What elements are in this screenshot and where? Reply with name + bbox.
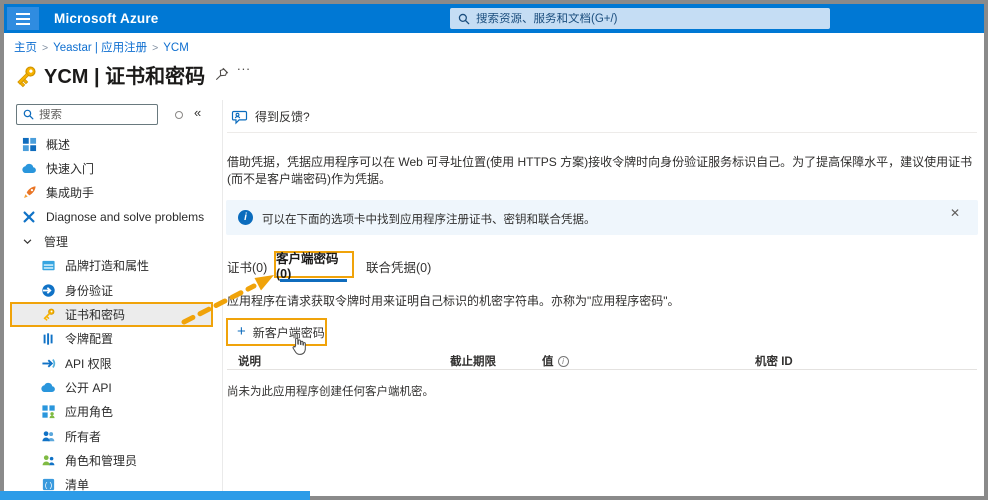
sidebar-item-label: 令牌配置 bbox=[65, 330, 113, 347]
rocket-icon bbox=[21, 185, 37, 201]
key-icon bbox=[40, 307, 56, 323]
sidebar-item-label: 所有者 bbox=[65, 428, 101, 445]
hamburger-menu-icon[interactable] bbox=[7, 7, 39, 30]
breadcrumb-separator: > bbox=[152, 42, 158, 54]
svg-text:(): () bbox=[43, 483, 52, 491]
breadcrumb-home[interactable]: 主页 bbox=[14, 42, 37, 54]
column-expires: 截止期限 bbox=[450, 353, 496, 369]
refresh-icon[interactable] bbox=[175, 111, 183, 119]
sidebar-item-label: 证书和密码 bbox=[65, 306, 125, 323]
sidebar-item-label: 公开 API bbox=[65, 379, 112, 396]
tab-federated-credentials[interactable]: 联合凭据(0) bbox=[366, 257, 431, 276]
value-info-icon[interactable]: i bbox=[558, 356, 569, 367]
sidebar-item-diagnose[interactable]: Diagnose and solve problems bbox=[4, 205, 222, 229]
sidebar-item-label: Diagnose and solve problems bbox=[46, 210, 204, 224]
chevron-down-icon bbox=[19, 234, 35, 250]
column-secret-id: 机密 ID bbox=[755, 353, 793, 369]
sidebar-item-owners[interactable]: 所有者 bbox=[4, 424, 222, 448]
main-content: 得到反馈? 借助凭据，凭据应用程序可以在 Web 可寻址位置(使用 HTTPS … bbox=[224, 100, 984, 492]
mouse-cursor-icon bbox=[291, 337, 307, 357]
sidebar-item-overview[interactable]: 概述 bbox=[4, 132, 222, 156]
active-tab-underline bbox=[280, 279, 347, 282]
sidebar-item-label: 角色和管理员 bbox=[65, 452, 137, 469]
sidebar-item-integration-assistant[interactable]: 集成助手 bbox=[4, 181, 222, 205]
people-icon bbox=[40, 428, 56, 444]
azure-top-bar: Microsoft Azure bbox=[4, 4, 984, 33]
brand-title: Microsoft Azure bbox=[54, 11, 159, 26]
sidebar-search-input[interactable] bbox=[39, 109, 151, 121]
feedback-label: 得到反馈? bbox=[255, 108, 310, 125]
more-options-icon[interactable]: ... bbox=[237, 58, 251, 73]
column-description: 说明 bbox=[238, 353, 261, 369]
sidebar-item-label: 快速入门 bbox=[46, 160, 94, 177]
breadcrumb-app-registrations[interactable]: Yeastar | 应用注册 bbox=[53, 42, 147, 54]
sidebar-item-label: 集成助手 bbox=[46, 184, 94, 201]
sidebar-item-app-roles[interactable]: 应用角色 bbox=[4, 400, 222, 424]
breadcrumb-current[interactable]: YCM bbox=[163, 42, 189, 54]
sidebar-search-box[interactable] bbox=[16, 104, 158, 125]
sidebar-item-roles-administrators[interactable]: 角色和管理员 bbox=[4, 448, 222, 472]
search-icon bbox=[458, 13, 470, 25]
breadcrumb-separator: > bbox=[42, 42, 48, 54]
close-icon[interactable]: ✕ bbox=[950, 206, 960, 220]
sidebar-group-label: 管理 bbox=[44, 233, 68, 250]
divider bbox=[227, 132, 977, 133]
client-secret-description: 应用程序在请求获取令牌时用来证明自己标识的机密字符串。亦称为"应用程序密码"。 bbox=[227, 292, 979, 309]
info-banner: i 可以在下面的选项卡中找到应用程序注册证书、密钥和联合凭据。 ✕ bbox=[226, 200, 978, 235]
column-value: 值 i bbox=[542, 353, 569, 369]
page-title: YCM | 证书和密码 bbox=[44, 60, 205, 89]
annotation-arrow-icon bbox=[168, 262, 290, 334]
sidebar-item-quickstart[interactable]: 快速入门 bbox=[4, 156, 222, 180]
divider bbox=[227, 369, 977, 370]
info-icon: i bbox=[238, 210, 253, 225]
collapse-sidebar-icon[interactable]: « bbox=[194, 105, 201, 120]
sidebar-item-label: 概述 bbox=[46, 136, 70, 153]
feedback-icon bbox=[231, 109, 248, 125]
arrow-circle-icon bbox=[40, 282, 56, 298]
sidebar-item-expose-api[interactable]: 公开 API bbox=[4, 375, 222, 399]
overview-grid-icon bbox=[21, 136, 37, 152]
global-search-box[interactable] bbox=[450, 8, 830, 29]
cloud-icon bbox=[21, 161, 37, 177]
sidebar-item-label: 应用角色 bbox=[65, 403, 113, 420]
bottom-blue-strip bbox=[0, 491, 310, 500]
cloud-icon bbox=[40, 380, 56, 396]
credentials-description: 借助凭据，凭据应用程序可以在 Web 可寻址位置(使用 HTTPS 方案)接收令… bbox=[227, 154, 979, 189]
grid-person-icon bbox=[40, 404, 56, 420]
column-value-label: 值 bbox=[542, 353, 554, 369]
breadcrumb: 主页 > Yeastar | 应用注册 > YCM bbox=[14, 39, 189, 55]
person-admin-icon bbox=[40, 453, 56, 469]
empty-state-text: 尚未为此应用程序创建任何客户端机密。 bbox=[227, 383, 434, 399]
info-banner-text: 可以在下面的选项卡中找到应用程序注册证书、密钥和联合凭据。 bbox=[262, 211, 596, 227]
crossed-tools-icon bbox=[21, 209, 37, 225]
api-arrow-icon bbox=[40, 355, 56, 371]
token-bars-icon bbox=[40, 331, 56, 347]
sidebar-item-label: 身份验证 bbox=[65, 282, 113, 299]
feedback-button[interactable]: 得到反馈? bbox=[231, 108, 310, 125]
sidebar-item-label: API 权限 bbox=[65, 355, 112, 372]
sidebar-item-api-permissions[interactable]: API 权限 bbox=[4, 351, 222, 375]
key-icon bbox=[14, 64, 38, 88]
branding-window-icon bbox=[40, 258, 56, 274]
sidebar-item-label: 品牌打造和属性 bbox=[65, 257, 149, 274]
sidebar-group-manage[interactable]: 管理 bbox=[4, 229, 222, 253]
search-icon bbox=[23, 109, 34, 120]
pin-icon[interactable] bbox=[215, 67, 229, 81]
global-search-input[interactable] bbox=[476, 13, 822, 25]
